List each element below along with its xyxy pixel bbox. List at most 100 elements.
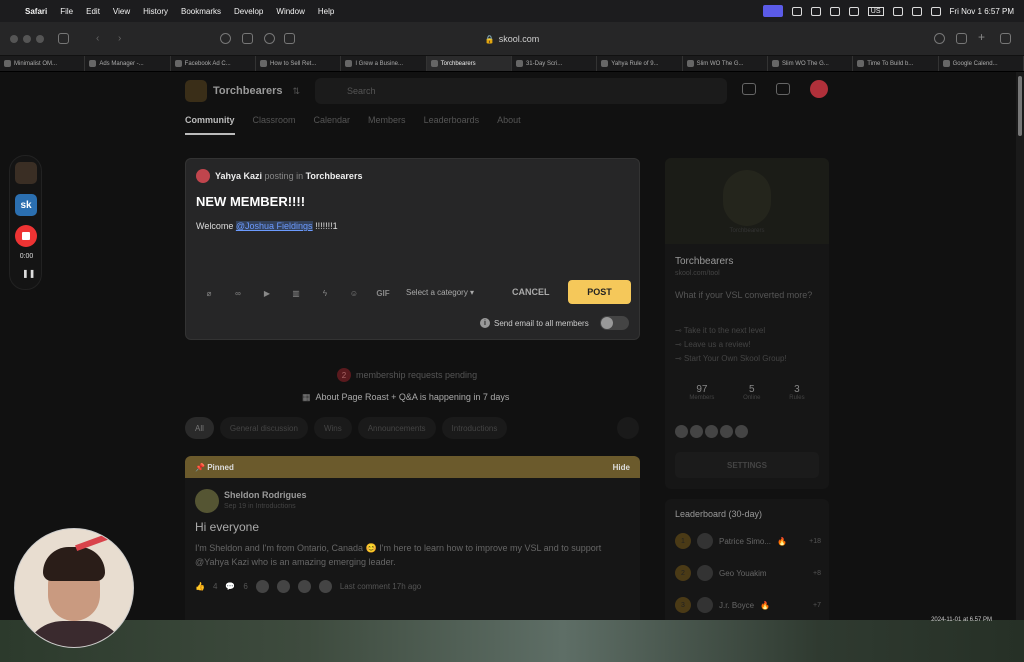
menu-app-name[interactable]: Safari: [25, 7, 47, 16]
stat-online[interactable]: 5 Online: [743, 384, 760, 401]
scroll-thumb[interactable]: [1018, 76, 1022, 136]
browser-tab[interactable]: Minimalist OM...: [0, 56, 86, 71]
leaderboard-row[interactable]: 3 J.r. Boyce 🔥 +7: [675, 597, 821, 613]
browser-tab[interactable]: Slim WO The G...: [768, 56, 854, 71]
notion-icon[interactable]: [810, 6, 821, 16]
browser-tab[interactable]: How to Sell Ret...: [256, 56, 342, 71]
filter-wins[interactable]: Wins: [313, 417, 352, 439]
filter-settings-icon[interactable]: [617, 417, 639, 439]
page-scrollbar[interactable]: [1016, 72, 1024, 620]
post-title[interactable]: Hi everyone: [195, 520, 259, 534]
menu-bookmarks[interactable]: Bookmarks: [181, 7, 221, 16]
post-button[interactable]: POST: [568, 280, 631, 304]
browser-tab[interactable]: Slim WO The G...: [683, 56, 768, 71]
filter-introductions[interactable]: Introductions: [441, 417, 508, 439]
forward-icon[interactable]: ›: [118, 33, 129, 44]
extension-icon[interactable]: [242, 33, 253, 44]
browser-tab[interactable]: Ads Manager -...: [85, 56, 171, 71]
leaderboard-row[interactable]: 2 Geo Youakim +8: [675, 565, 821, 581]
avatar[interactable]: [720, 425, 733, 438]
tab-community[interactable]: Community: [185, 115, 235, 135]
leaderboard-row[interactable]: 1 Patrice Simo... 🔥 +18: [675, 533, 821, 549]
share-icon[interactable]: [956, 33, 967, 44]
settings-button[interactable]: SETTINGS: [675, 452, 819, 478]
like-icon[interactable]: 👍: [195, 582, 205, 591]
browser-tab[interactable]: 31-Day Scri...: [512, 56, 598, 71]
post-body-input[interactable]: Welcome @Joshua Fieldings !!!!!!!1: [196, 221, 338, 231]
video-icon[interactable]: ▶: [260, 287, 274, 299]
tab-calendar[interactable]: Calendar: [314, 115, 351, 135]
browser-tab-active[interactable]: Torchbearers: [426, 56, 512, 71]
settings-icon[interactable]: [829, 6, 840, 16]
attach-icon[interactable]: ⌀: [202, 287, 216, 299]
avatar[interactable]: [735, 425, 748, 438]
download-icon[interactable]: [934, 33, 945, 44]
address-bar[interactable]: 🔒 skool.com: [302, 28, 722, 50]
link-icon[interactable]: ∞: [231, 287, 245, 299]
group-switch-icon[interactable]: ⇅: [293, 86, 301, 97]
gif-button[interactable]: GIF: [376, 287, 390, 299]
avatar[interactable]: [195, 489, 219, 513]
group-logo[interactable]: [185, 80, 207, 102]
close-window-button[interactable]: [10, 35, 18, 43]
browser-tab[interactable]: Yahya Rule of 9...: [597, 56, 683, 71]
browser-tab[interactable]: Time To Build b...: [853, 56, 939, 71]
sidebar-link[interactable]: ⊸ Start Your Own Skool Group!: [675, 352, 787, 366]
menu-history[interactable]: History: [143, 7, 168, 16]
mention-link[interactable]: @Joshua Fieldings: [235, 221, 313, 231]
avatar[interactable]: [690, 425, 703, 438]
browser-tab[interactable]: Google Calend...: [939, 56, 1024, 71]
zoom-window-button[interactable]: [36, 35, 44, 43]
extension-icon[interactable]: [220, 33, 231, 44]
filter-general[interactable]: General discussion: [219, 417, 308, 439]
new-tab-icon[interactable]: +: [978, 30, 989, 44]
browser-tab[interactable]: Facebook Ad C...: [171, 56, 256, 71]
back-icon[interactable]: ‹: [96, 33, 107, 44]
menubar-clock[interactable]: Fri Nov 1 6:57 PM: [950, 7, 1014, 16]
pinned-post[interactable]: 📌 Pinned Hide Sheldon Rodrigues Sep 19 i…: [185, 456, 640, 620]
lightning-icon[interactable]: ϟ: [318, 287, 332, 299]
tab-overview-icon[interactable]: [1000, 33, 1011, 44]
status-icon[interactable]: [791, 6, 802, 16]
hide-button[interactable]: Hide: [613, 463, 630, 472]
upcoming-event[interactable]: ▦ About Page Roast + Q&A is happening in…: [302, 392, 509, 403]
notifications-icon[interactable]: [776, 83, 790, 95]
minimize-window-button[interactable]: [23, 35, 31, 43]
app-icon[interactable]: [15, 162, 37, 184]
extension-icon[interactable]: [264, 33, 275, 44]
filter-all[interactable]: All: [185, 417, 214, 439]
menu-window[interactable]: Window: [276, 7, 304, 16]
wifi-icon[interactable]: [911, 6, 922, 16]
webcam-bubble[interactable]: [14, 528, 134, 648]
input-source-label[interactable]: US: [867, 6, 884, 16]
pause-button[interactable]: ❚❚: [22, 269, 35, 278]
stat-members[interactable]: 97 Members: [689, 384, 714, 401]
post-author[interactable]: Sheldon Rodrigues: [224, 490, 307, 500]
menu-edit[interactable]: Edit: [86, 7, 100, 16]
chat-icon[interactable]: [742, 83, 756, 95]
browser-tab[interactable]: I Grew a Busine...: [341, 56, 427, 71]
avatar[interactable]: [675, 425, 688, 438]
user-avatar[interactable]: [810, 80, 828, 98]
battery-icon[interactable]: [892, 6, 903, 16]
search-icon[interactable]: [930, 6, 941, 16]
menu-develop[interactable]: Develop: [234, 7, 263, 16]
send-email-toggle[interactable]: [600, 316, 629, 330]
menu-help[interactable]: Help: [318, 7, 334, 16]
stat-rules[interactable]: 3 Rules: [789, 384, 804, 401]
skool-app-icon[interactable]: sk: [15, 194, 37, 216]
stop-record-button[interactable]: [15, 225, 37, 247]
cancel-button[interactable]: CANCEL: [512, 287, 550, 297]
pending-requests[interactable]: 2 membership requests pending: [337, 368, 477, 382]
extension-icon[interactable]: [284, 33, 295, 44]
group-name[interactable]: Torchbearers: [213, 85, 283, 97]
tab-members[interactable]: Members: [368, 115, 406, 135]
emoji-icon[interactable]: ☺: [347, 287, 361, 299]
avatar[interactable]: [705, 425, 718, 438]
poll-icon[interactable]: ▥: [289, 287, 303, 299]
bluetooth-icon[interactable]: [848, 6, 859, 16]
menu-view[interactable]: View: [113, 7, 130, 16]
filter-announcements[interactable]: Announcements: [357, 417, 436, 439]
menu-file[interactable]: File: [60, 7, 73, 16]
category-select[interactable]: Select a category ▾: [406, 288, 474, 297]
